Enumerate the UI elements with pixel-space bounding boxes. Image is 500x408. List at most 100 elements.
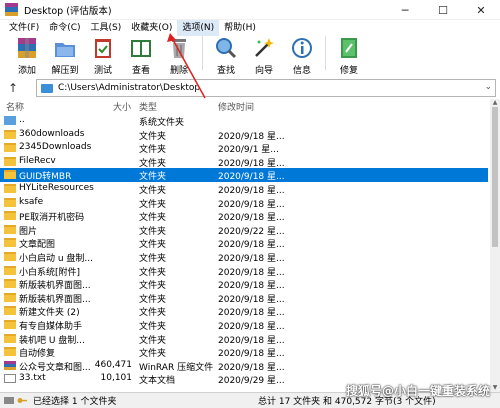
wizard-label: 向导: [254, 66, 273, 76]
menu-help[interactable]: 帮助(H): [219, 20, 261, 36]
delete-label: 删除: [169, 66, 188, 76]
scroll-up-icon[interactable]: ▲: [490, 99, 500, 107]
menu-favorites[interactable]: 收藏夹(O): [126, 20, 177, 36]
file-row[interactable]: 2345Downloads 文件夹 2020/9/1 星...: [0, 141, 488, 155]
minimize-button[interactable]: ─: [386, 0, 424, 20]
scroll-down-icon[interactable]: ▼: [490, 384, 500, 392]
view-book-icon: [129, 36, 153, 60]
folder-icon: [4, 252, 16, 261]
folder-icon: [4, 170, 16, 180]
info-icon: [290, 36, 314, 60]
file-name: 图片: [19, 226, 38, 237]
test-button[interactable]: 测试: [84, 36, 122, 76]
repair-button[interactable]: 修复: [330, 36, 368, 76]
address-bar[interactable]: C:\Users\Administrator\Desktop ⌄: [36, 79, 496, 97]
key-icon[interactable]: [17, 396, 27, 405]
file-row[interactable]: 自动修复 文件夹 2020/9/18 星...: [0, 345, 488, 359]
file-row[interactable]: 小白系统[附件] 文件夹 2020/9/18 星...: [0, 264, 488, 278]
file-row[interactable]: 新建文件夹 (2) 文件夹 2020/9/18 星...: [0, 304, 488, 318]
repair-label: 修复: [339, 66, 358, 76]
add-label: 添加: [17, 66, 36, 76]
file-row[interactable]: FileRecv 文件夹 2020/9/18 星...: [0, 155, 488, 169]
file-name: GUID转MBR: [19, 172, 72, 183]
folder-icon: [4, 143, 16, 153]
folder-icon: [4, 156, 16, 166]
file-row[interactable]: 装机吧 U 盘制... 文件夹 2020/9/18 星...: [0, 332, 488, 346]
view-button[interactable]: 查看: [122, 36, 160, 76]
winrar-app-icon: [5, 3, 18, 16]
column-type[interactable]: 类型: [139, 100, 157, 113]
delete-button[interactable]: 删除: [160, 36, 198, 76]
file-row[interactable]: HYLiteResources 文件夹 2020/9/18 星...: [0, 182, 488, 196]
add-archive-icon: [15, 36, 39, 60]
file-name: 装机吧 U 盘制...: [19, 335, 85, 346]
scroll-thumb[interactable]: [492, 107, 498, 247]
folder-icon: [4, 238, 16, 248]
file-row[interactable]: 文章配图 文件夹 2020/9/18 星...: [0, 236, 488, 250]
file-list: .. 系统文件夹 360downloads 文件夹 2020/9/18 星... 2345…: [0, 114, 488, 392]
folder-icon: [4, 279, 16, 289]
close-button[interactable]: ✕: [462, 0, 500, 20]
menu-options[interactable]: 选项(N): [177, 20, 220, 36]
toolbar-separator: [202, 36, 203, 70]
file-row[interactable]: 图片 文件夹 2020/9/22 星...: [0, 223, 488, 237]
extract-folder-icon: [53, 36, 77, 60]
file-row[interactable]: 公众号文章和图... 460,471 WinRAR 压缩文件 2020/9/18 星.…: [0, 359, 488, 373]
chevron-down-icon[interactable]: ⌄: [484, 82, 492, 92]
file-type: 文件夹: [139, 145, 167, 156]
file-type: 文件夹: [139, 322, 167, 332]
file-date: 2020/9/18 星...: [218, 308, 285, 319]
file-row[interactable]: .. 系统文件夹: [0, 114, 488, 128]
file-row[interactable]: 新版装机界面图... 文件夹 2020/9/18 星...: [0, 291, 488, 305]
file-row[interactable]: 小白启动 u 盘制... 文件夹 2020/9/18 星...: [0, 250, 488, 264]
file-row[interactable]: GUID转MBR 文件夹 2020/9/18 星...: [0, 168, 488, 182]
file-name: ksafe: [19, 196, 44, 207]
folder-icon: [4, 292, 16, 302]
folder-icon: [4, 265, 16, 275]
drive-status-icon[interactable]: [4, 396, 14, 405]
extract-button[interactable]: 解压到: [46, 36, 84, 76]
file-type: 文件夹: [139, 294, 167, 305]
file-type: WinRAR 压缩文件: [139, 362, 214, 373]
find-magnifier-icon: [214, 36, 238, 60]
find-button[interactable]: 查找: [207, 36, 245, 76]
up-folder-button[interactable]: ↑: [0, 81, 26, 95]
file-date: 2020/9/18 星...: [218, 199, 285, 210]
file-date: 2020/9/29 星...: [218, 376, 285, 387]
file-name: HYLiteResources: [19, 183, 94, 193]
view-label: 查看: [131, 66, 150, 76]
test-label: 测试: [93, 66, 112, 76]
maximize-button[interactable]: ☐: [424, 0, 462, 20]
file-date: 2020/9/18 星...: [218, 335, 285, 346]
file-type: 文件夹: [139, 172, 167, 183]
wizard-button[interactable]: 向导: [245, 36, 283, 76]
file-row[interactable]: ksafe 文件夹 2020/9/18 星...: [0, 196, 488, 210]
extract-label: 解压到: [51, 66, 79, 76]
file-name: 360downloads: [19, 128, 85, 139]
info-button[interactable]: 信息: [283, 36, 321, 76]
file-type: 文件夹: [139, 186, 167, 196]
address-row: ↑ C:\Users\Administrator\Desktop ⌄: [0, 78, 500, 98]
status-selection: 已经选择 1 个文件夹: [33, 397, 117, 407]
menu-tools[interactable]: 工具(S): [86, 20, 127, 36]
file-row[interactable]: 有专自媒体助手 文件夹 2020/9/18 星...: [0, 318, 488, 332]
column-modified[interactable]: 修改时间: [218, 100, 254, 113]
file-row[interactable]: 360downloads 文件夹 2020/9/18 星...: [0, 128, 488, 142]
folder-icon: [4, 320, 16, 329]
column-size[interactable]: 大小: [113, 100, 131, 113]
file-date: 2020/9/18 星...: [218, 322, 285, 332]
vertical-scrollbar[interactable]: ▲ ▼: [490, 99, 500, 392]
file-type: 文件夹: [139, 240, 167, 251]
column-name[interactable]: 名称: [6, 100, 24, 113]
repair-book-icon: [337, 36, 361, 60]
menu-file[interactable]: 文件(F): [4, 20, 44, 36]
menu-command[interactable]: 命令(C): [44, 20, 85, 36]
file-row[interactable]: 新版装机界面图... 文件夹 2020/9/18 星...: [0, 277, 488, 291]
file-type: 文件夹: [139, 308, 167, 319]
test-clipboard-icon: [91, 36, 115, 60]
file-name: PE取消开机密码: [19, 213, 85, 224]
add-button[interactable]: 添加: [8, 36, 46, 76]
file-row[interactable]: PE取消开机密码 文件夹 2020/9/18 星...: [0, 209, 488, 223]
file-date: 2020/9/18 星...: [218, 131, 285, 142]
info-label: 信息: [292, 66, 311, 76]
